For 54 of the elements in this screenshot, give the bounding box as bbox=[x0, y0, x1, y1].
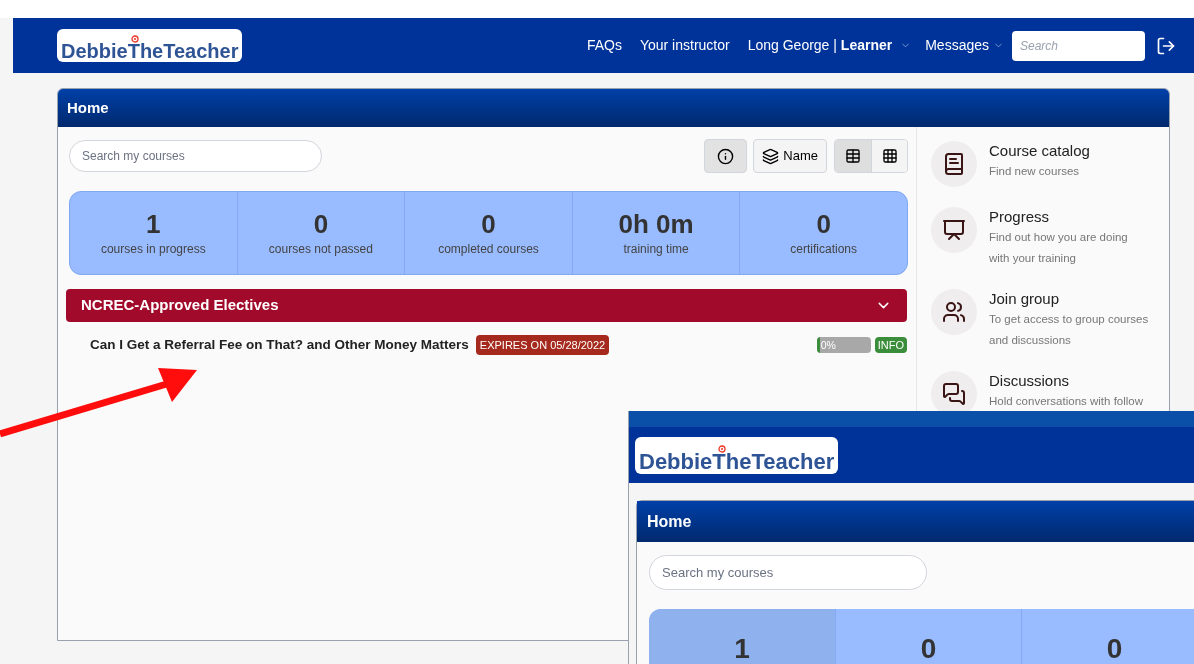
layers-icon bbox=[762, 147, 780, 165]
stat-value: 0 bbox=[1106, 632, 1123, 663]
group-icon bbox=[942, 300, 966, 324]
sidebar-description: To get access to group courses and discussions bbox=[989, 312, 1149, 348]
stat-value: 0 bbox=[816, 207, 831, 241]
stat-value: 0 bbox=[920, 632, 937, 663]
stat-value: 1 bbox=[146, 207, 161, 241]
sidebar-description: Find out how you are doing with your training bbox=[989, 230, 1129, 266]
stat-value: 1 bbox=[734, 632, 750, 663]
messages-menu[interactable]: Messages bbox=[925, 35, 1004, 56]
sort-button[interactable]: Name bbox=[753, 139, 827, 173]
logo[interactable]: DebbieTheTeacher bbox=[57, 29, 243, 62]
sidebar-link[interactable]: Progress bbox=[989, 207, 1149, 227]
stat-label: training time bbox=[623, 241, 689, 259]
stat-label: courses in progress bbox=[100, 241, 206, 259]
stat-value: 0 bbox=[313, 207, 329, 241]
course-title[interactable]: Can I Get a Referral Fee on That? and Other Money Matters bbox=[90, 334, 469, 356]
info-icon bbox=[717, 147, 735, 165]
book-icon bbox=[942, 152, 966, 176]
stat-value: 0 bbox=[481, 207, 496, 241]
search-field[interactable]: Search bbox=[1012, 30, 1145, 61]
stat-label: certifications bbox=[790, 241, 857, 259]
stat-label: completed courses bbox=[438, 241, 539, 259]
search-field[interactable]: Search my courses bbox=[69, 140, 322, 172]
search-field[interactable]: Search my courses bbox=[649, 555, 927, 590]
sidebar-description: Hold conversations with follow bbox=[989, 394, 1145, 409]
logo[interactable]: DebbieTheTeacher bbox=[635, 436, 839, 474]
sidebar-link[interactable]: Discussions bbox=[989, 371, 1149, 391]
table-icon bbox=[845, 148, 861, 164]
user-menu[interactable]: Long George | Learner bbox=[747, 35, 912, 56]
logo-text: DebbieTheTeacher bbox=[61, 41, 239, 61]
sidebar-link[interactable]: Join group bbox=[989, 289, 1149, 309]
page-title: Home bbox=[647, 511, 692, 532]
grid-icon bbox=[881, 148, 898, 164]
chart-board-icon bbox=[942, 218, 966, 242]
bulb-icon bbox=[129, 34, 140, 44]
category-header[interactable]: NCREC-Approved Electives bbox=[66, 289, 907, 322]
sidebar-description: Find new courses bbox=[989, 164, 1081, 179]
table-view-button[interactable] bbox=[835, 140, 871, 172]
nav-link[interactable]: FAQs bbox=[586, 35, 622, 56]
progress-text: 0% bbox=[820, 338, 836, 353]
sidebar-link[interactable]: Course catalog bbox=[989, 141, 1149, 161]
stat-label: courses not passed bbox=[268, 241, 373, 259]
page-title: Home bbox=[67, 97, 109, 118]
logout-icon[interactable] bbox=[1156, 35, 1176, 56]
chat-icon bbox=[942, 382, 966, 406]
bulb-icon bbox=[716, 443, 727, 454]
stat-value: 0h 0m bbox=[618, 207, 694, 241]
logo-text: DebbieTheTeacher bbox=[639, 450, 835, 473]
grid-view-button[interactable] bbox=[871, 140, 907, 172]
info-button[interactable] bbox=[704, 139, 748, 173]
expiry-tag: EXPIRES ON 05/28/2022 bbox=[475, 334, 610, 356]
nav-link[interactable]: Your instructor bbox=[639, 35, 730, 56]
info-tag[interactable]: INFO bbox=[874, 337, 907, 353]
